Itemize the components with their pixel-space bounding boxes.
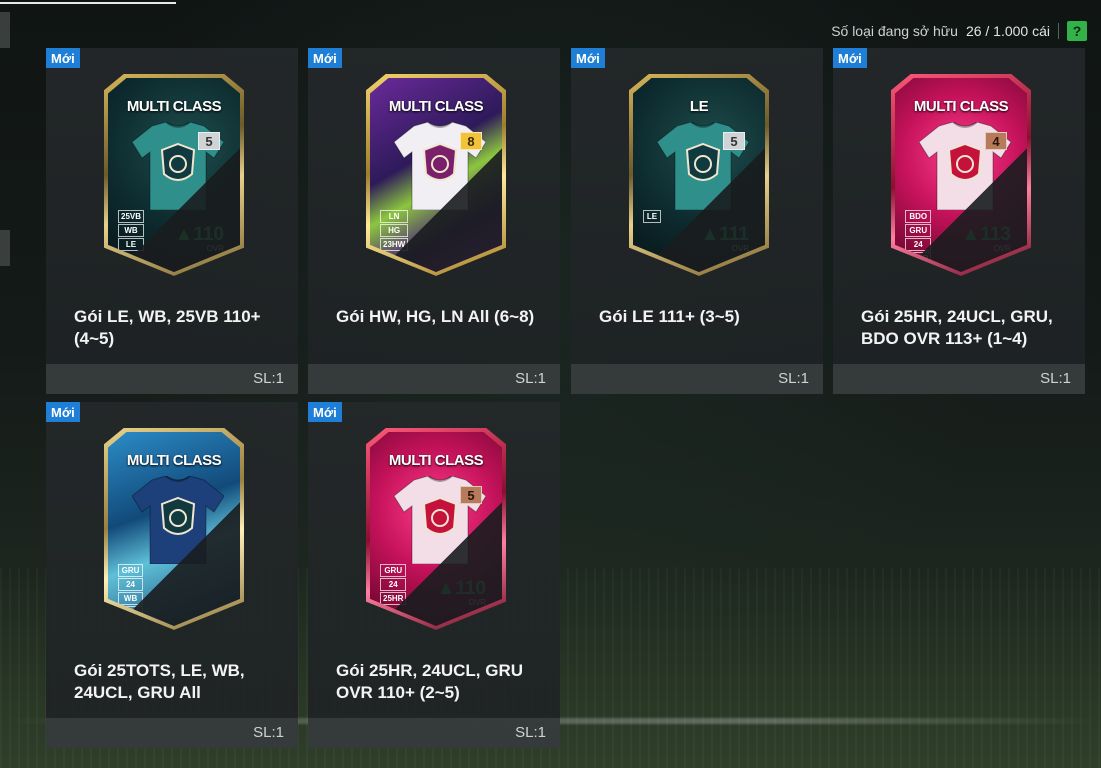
pack-footer: SL:1	[308, 364, 560, 394]
player-card[interactable]: MULTI CLASS 8 LNHG23HW	[366, 74, 506, 276]
pack-quantity: SL:1	[253, 724, 284, 741]
card-art: LE 5 LE ▲111 OVR	[633, 78, 765, 272]
pack-quantity: SL:1	[1040, 370, 1071, 387]
card-corner-shade	[108, 432, 240, 626]
card-corner-shade	[633, 78, 765, 272]
pack-item[interactable]: Mới MULTI CLASS 8 LNHG23HW Gói HW, HG, L…	[308, 48, 560, 394]
new-badge: Mới	[308, 402, 342, 422]
pack-title: Gói LE, WB, 25VB 110+ (4~5)	[74, 307, 261, 348]
pack-title: Gói LE 111+ (3~5)	[599, 307, 740, 326]
pack-footer: SL:1	[46, 364, 298, 394]
card-corner-shade	[895, 78, 1027, 272]
card-corner-shade	[108, 78, 240, 272]
pack-quantity: SL:1	[778, 370, 809, 387]
new-badge: Mới	[308, 48, 342, 68]
pack-item[interactable]: Mới MULTI CLASS 5 25VBWBLE ▲110 OVR Gói	[46, 48, 298, 394]
pack-quantity: SL:1	[515, 724, 546, 741]
pack-item[interactable]: Mới MULTI CLASS 5 GRU2425HR ▲110 OVR Gó	[308, 402, 560, 748]
pack-quantity: SL:1	[515, 370, 546, 387]
new-badge: Mới	[571, 48, 605, 68]
side-tab-handle[interactable]	[0, 12, 10, 48]
card-art: MULTI CLASS GRU24WBLE25TS	[108, 432, 240, 626]
card-tag: 25TS	[118, 620, 144, 626]
pack-title: Gói HW, HG, LN All (6~8)	[336, 307, 535, 326]
owned-label: Số loại đang sở hữu	[831, 23, 958, 39]
card-corner-shade	[370, 78, 502, 272]
player-card[interactable]: LE 5 LE ▲111 OVR	[629, 74, 769, 276]
pack-footer: SL:1	[46, 718, 298, 748]
pack-item[interactable]: Mới MULTI CLASS 4 BDOGRU2425HR ▲113 OVR	[833, 48, 1085, 394]
new-badge: Mới	[46, 48, 80, 68]
card-corner-shade	[370, 432, 502, 626]
card-art: MULTI CLASS 4 BDOGRU2425HR ▲113 OVR	[895, 78, 1027, 272]
card-art: MULTI CLASS 5 25VBWBLE ▲110 OVR	[108, 78, 240, 272]
player-card[interactable]: MULTI CLASS 5 GRU2425HR ▲110 OVR	[366, 428, 506, 630]
pack-title: Gói 25HR, 24UCL, GRU OVR 110+ (2~5)	[336, 661, 524, 702]
card-art: MULTI CLASS 5 GRU2425HR ▲110 OVR	[370, 432, 502, 626]
new-badge: Mới	[833, 48, 867, 68]
inventory-summary: Số loại đang sở hữu 26 / 1.000 cái ?	[831, 20, 1087, 42]
pack-quantity: SL:1	[253, 370, 284, 387]
player-card[interactable]: MULTI CLASS GRU24WBLE25TS	[104, 428, 244, 630]
active-tab-underline	[0, 2, 176, 4]
help-button[interactable]: ?	[1067, 21, 1087, 41]
pack-footer: SL:1	[308, 718, 560, 748]
pack-title: Gói 25HR, 24UCL, GRU, BDO OVR 113+ (1~4)	[861, 307, 1053, 348]
owned-count: 26 / 1.000 cái	[965, 23, 1050, 39]
pack-item[interactable]: Mới LE 5 LE ▲111 OVR Gói LE 111+ (3~5)	[571, 48, 823, 394]
side-tab-handle[interactable]	[0, 230, 10, 266]
divider	[1058, 23, 1059, 39]
pack-item[interactable]: Mới MULTI CLASS GRU24WBLE25TS Gói 25TOTS…	[46, 402, 298, 748]
pack-title: Gói 25TOTS, LE, WB, 24UCL, GRU All	[74, 661, 245, 702]
pack-footer: SL:1	[571, 364, 823, 394]
pack-footer: SL:1	[833, 364, 1085, 394]
player-card[interactable]: MULTI CLASS 5 25VBWBLE ▲110 OVR	[104, 74, 244, 276]
new-badge: Mới	[46, 402, 80, 422]
player-card[interactable]: MULTI CLASS 4 BDOGRU2425HR ▲113 OVR	[891, 74, 1031, 276]
card-art: MULTI CLASS 8 LNHG23HW	[370, 78, 502, 272]
